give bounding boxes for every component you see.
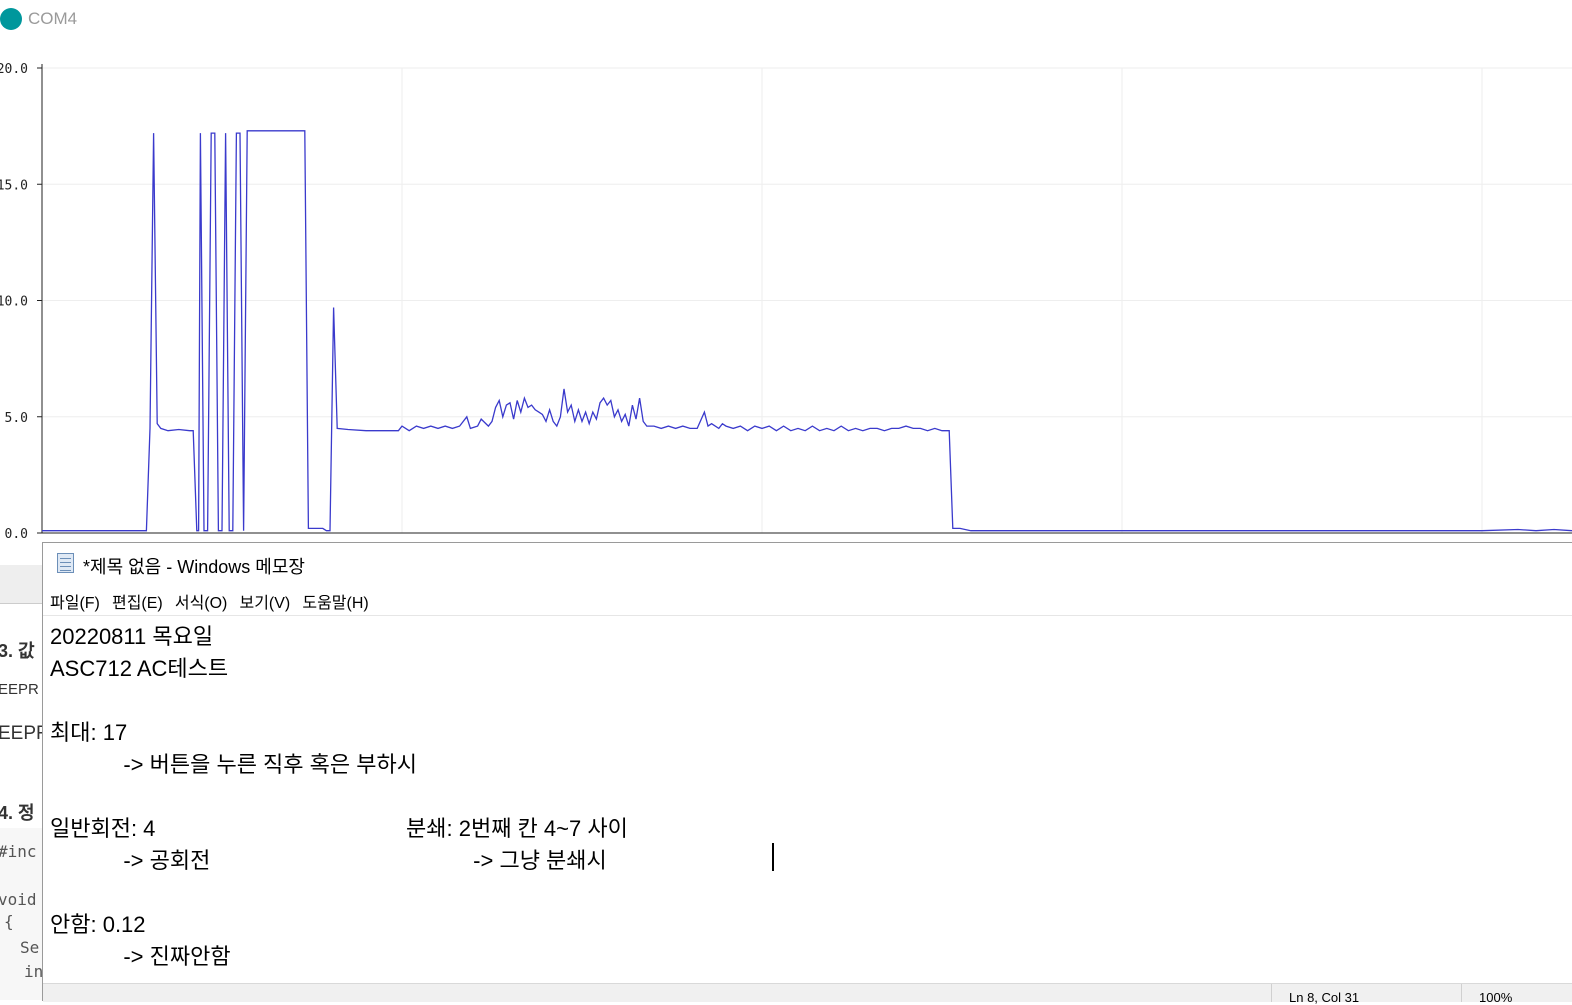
text-line: -> 진짜안함 — [50, 944, 231, 969]
notepad-icon — [57, 553, 74, 573]
menubar-divider — [43, 615, 1572, 616]
bg-code-line: void — [0, 890, 37, 909]
text-line: -> 공회전 -> 그냥 분쇄시 — [50, 848, 607, 873]
text-line: 최대: 17 — [50, 720, 128, 745]
notepad-window[interactable]: *제목 없음 - Windows 메모장 파일(F) 편집(E) 서식(O) 보… — [42, 542, 1572, 1005]
bg-text: EEPR — [0, 723, 44, 744]
status-zoom: 100% — [1479, 990, 1513, 1005]
plot-series — [42, 130, 1572, 532]
menu-edit[interactable]: 편집(E) — [112, 589, 163, 613]
status-cursor-position: Ln 8, Col 31 — [1289, 990, 1360, 1005]
text-line: -> 버튼을 누른 직후 혹은 부하시 — [50, 752, 417, 777]
menu-file[interactable]: 파일(F) — [50, 589, 100, 613]
bg-text: EEPR — [0, 681, 39, 698]
text-line: 20220811 목요일 — [50, 624, 214, 649]
notepad-title: *제목 없음 - Windows 메모장 — [83, 557, 305, 577]
notepad-statusbar: Ln 8, Col 31 100% — [43, 983, 1572, 1005]
arduino-logo-icon — [0, 8, 22, 30]
text-line: 일반회전: 4 분쇄: 2번째 칸 4~7 사이 — [50, 816, 628, 841]
menu-help[interactable]: 도움말(H) — [302, 589, 368, 613]
bg-code-line: in — [24, 962, 44, 981]
bg-code-line: { — [4, 912, 14, 931]
text-caret — [772, 843, 774, 871]
notepad-menubar: 파일(F) 편집(E) 서식(O) 보기(V) 도움말(H) — [43, 589, 1572, 615]
plotter-titlebar: COM4 — [0, 0, 1572, 40]
bg-code-line: Se — [20, 938, 40, 957]
background-document: 3. 값 EEPR EEPR 4. 정 #inc void { Se in — [0, 545, 44, 1000]
line-chart: 20.0 15.0 10.0 5.0 0.0 — [0, 62, 1572, 542]
plotter-title: COM4 — [28, 9, 78, 28]
background-toolbar — [0, 565, 44, 604]
status-separator — [1271, 984, 1272, 1002]
menu-format[interactable]: 서식(O) — [175, 589, 228, 613]
text-line: ASC712 AC테스트 — [50, 656, 229, 681]
notepad-text-area[interactable]: 20220811 목요일 ASC712 AC테스트 최대: 17 -> 버튼을 … — [50, 619, 1560, 981]
notepad-titlebar[interactable]: *제목 없음 - Windows 메모장 — [43, 543, 1572, 585]
status-separator — [1461, 984, 1462, 1002]
bg-heading: 4. 정 — [0, 803, 35, 823]
menu-view[interactable]: 보기(V) — [239, 589, 290, 613]
text-line: 안함: 0.12 — [50, 912, 146, 937]
y-tick-label: 10.0 — [0, 295, 28, 310]
y-tick-label: 5.0 — [5, 411, 28, 426]
serial-plotter-window: COM4 20.0 15.0 10.0 5.0 0.0 — [0, 0, 1572, 545]
series-line — [42, 130, 1572, 532]
bg-code-block: #inc void { Se in — [0, 828, 44, 1000]
y-tick-label: 0.0 — [5, 527, 28, 542]
bg-heading: 3. 값 — [0, 641, 35, 661]
bg-code-line: #inc — [0, 842, 37, 861]
y-tick-label: 20.0 — [0, 62, 28, 77]
plot-grid — [42, 67, 1572, 534]
y-tick-label: 15.0 — [0, 178, 28, 193]
